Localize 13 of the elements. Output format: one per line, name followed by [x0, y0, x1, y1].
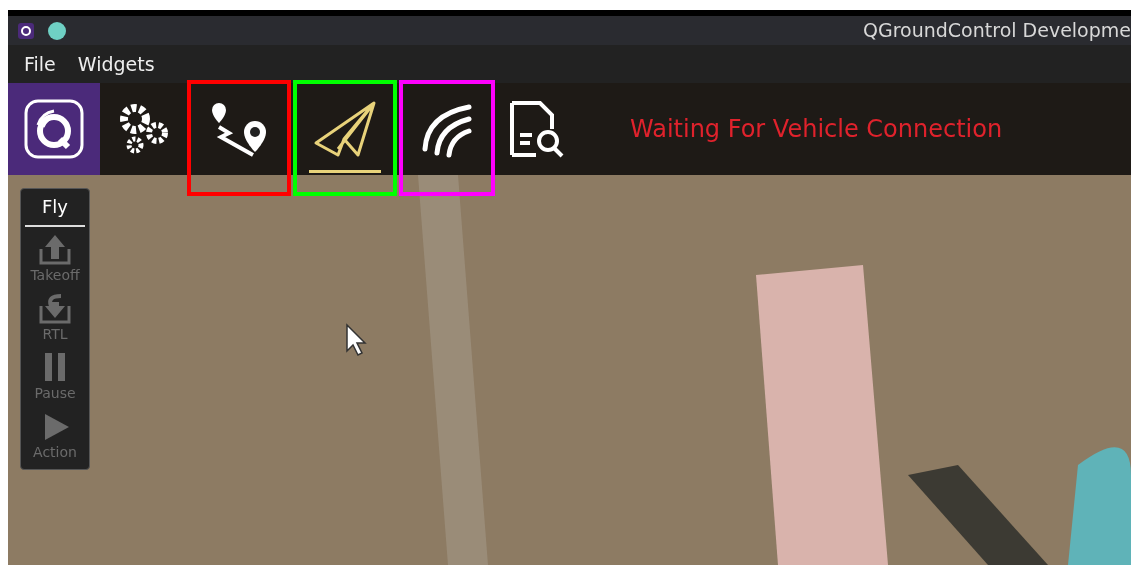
return-icon [37, 292, 73, 324]
window-title: QGroundControl Developme [863, 18, 1131, 44]
paper-plane-icon [312, 99, 378, 159]
menu-item[interactable]: Widgets [77, 49, 155, 79]
menu-item[interactable]: File [24, 49, 56, 79]
takeoff-icon [37, 233, 73, 265]
cursor-icon [345, 323, 367, 357]
panel-title: Fly [25, 193, 85, 227]
selected-underline [309, 170, 381, 173]
app-logo-button[interactable] [8, 83, 100, 175]
app-icon [18, 22, 34, 39]
connection-status: Waiting For Vehicle Connection [630, 114, 1003, 145]
window-button-icon[interactable] [48, 21, 66, 40]
